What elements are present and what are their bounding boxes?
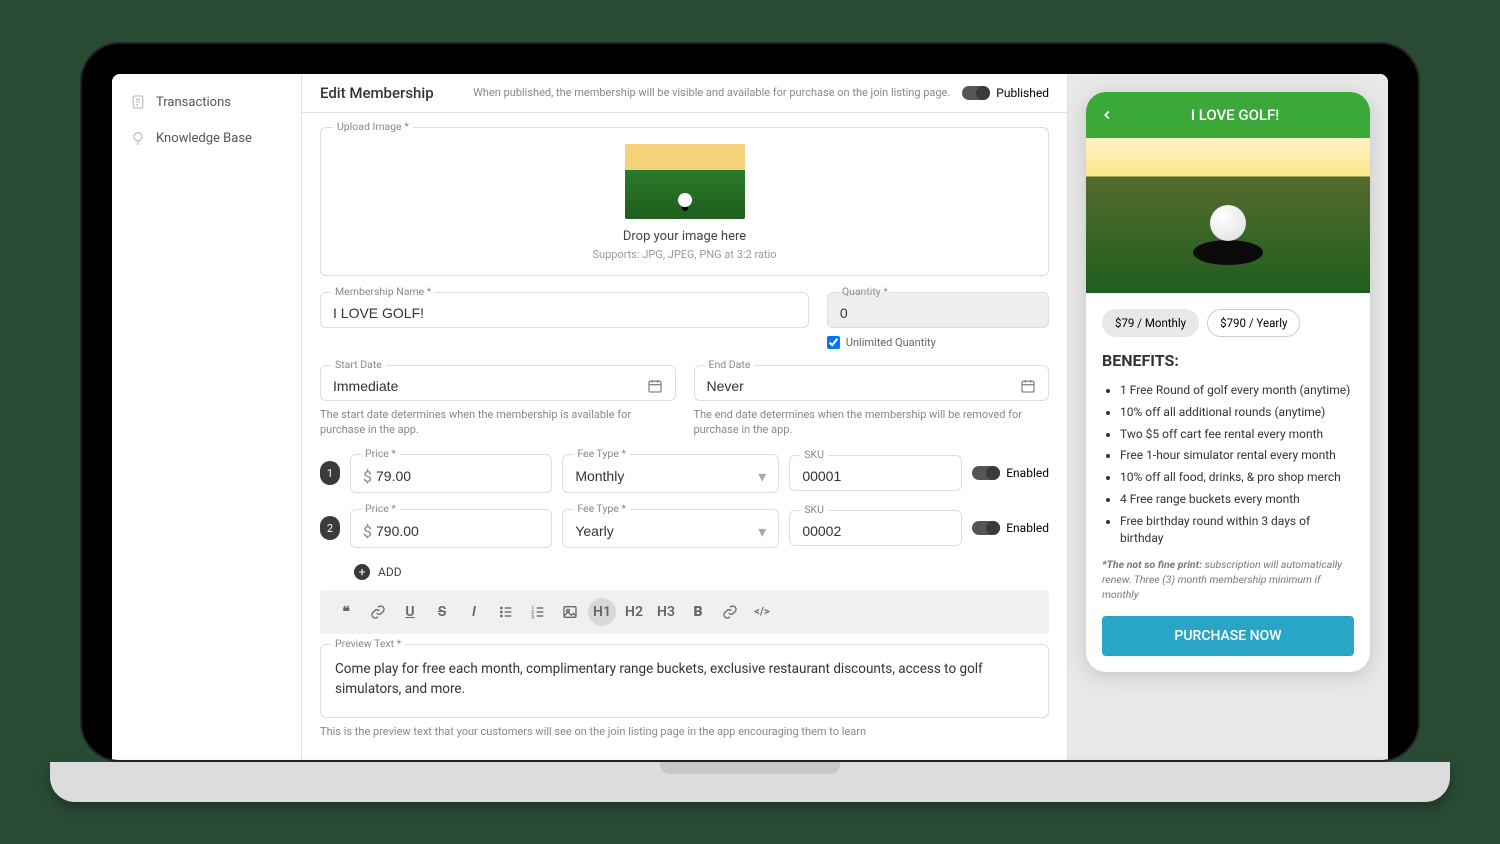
header-description: When published, the membership will be v… [473,85,950,100]
sidebar-label: Transactions [156,95,231,110]
fee-type-field[interactable]: Fee Type * ▾ [562,454,779,493]
chevron-down-icon[interactable]: ▾ [758,467,766,486]
tool-italic[interactable]: I [460,598,488,626]
upload-legend: Upload Image * [333,120,413,133]
lightbulb-icon [130,130,146,146]
phone-hero-image [1086,138,1370,293]
price-input[interactable] [376,523,539,539]
page-header: Edit Membership When published, the memb… [302,74,1067,113]
plus-icon: + [354,564,370,580]
tool-image[interactable] [556,598,584,626]
tool-h1[interactable]: H1 [588,598,616,626]
fee-type-select[interactable] [575,523,752,539]
phone-preview-pane: I LOVE GOLF! $79 / Monthly $790 / Yearly… [1068,74,1388,760]
benefit-item: Free 1-hour simulator rental every month [1120,447,1354,464]
tool-bold[interactable]: B [684,598,712,626]
sku-field[interactable]: SKU [789,510,962,546]
tool-bullet-list[interactable] [492,598,520,626]
chevron-down-icon[interactable]: ▾ [758,522,766,541]
upload-image-field[interactable]: Upload Image * Drop your image here Supp… [320,127,1049,276]
quantity-field: Quantity * [827,292,1049,328]
unlimited-checkbox[interactable] [827,336,840,349]
sku-input[interactable] [802,523,949,539]
back-icon[interactable] [1100,108,1114,122]
end-date-field[interactable]: End Date [694,365,1050,401]
start-date-field[interactable]: Start Date [320,365,676,401]
fine-print: *The not so fine print: subscription wil… [1102,558,1354,602]
preview-text-input[interactable]: Come play for free each month, complimen… [335,659,1034,700]
main-content: Edit Membership When published, the memb… [302,74,1068,760]
published-toggle[interactable]: Published [962,86,1049,100]
enabled-toggle[interactable]: Enabled [972,466,1049,480]
phone-title: I LOVE GOLF! [1114,106,1356,124]
phone-header: I LOVE GOLF! [1086,92,1370,138]
benefit-item: Free birthday round within 3 days of bir… [1120,513,1354,547]
price-field[interactable]: Price * $ [350,454,552,493]
svg-text:3: 3 [531,614,534,619]
tool-link2[interactable] [716,598,744,626]
benefits-heading: BENEFITS: [1102,351,1354,370]
tool-quote[interactable]: ❝ [332,598,360,626]
start-date-helper: The start date determines when the membe… [320,407,676,438]
add-price-button[interactable]: + ADD [354,564,1049,580]
end-date-input[interactable] [707,378,1015,394]
start-date-input[interactable] [333,378,641,394]
enabled-toggle[interactable]: Enabled [972,521,1049,535]
upload-preview-image [625,144,745,219]
sidebar-item-knowledge[interactable]: Knowledge Base [112,120,301,156]
end-date-helper: The end date determines when the members… [694,407,1050,438]
price-row: 1 Price * $ Fee Type * ▾ SKU Enabled [320,454,1049,493]
price-row: 2 Price * $ Fee Type * ▾ SKU Enabled [320,509,1049,548]
benefit-item: 10% off all additional rounds (anytime) [1120,404,1354,421]
calendar-icon[interactable] [1020,378,1036,394]
membership-name-field[interactable]: Membership Name * [320,292,809,328]
membership-name-input[interactable] [333,305,796,321]
benefit-item: 10% off all food, drinks, & pro shop mer… [1120,469,1354,486]
preview-helper: This is the preview text that your custo… [320,724,1049,739]
calendar-icon[interactable] [647,378,663,394]
phone-mockup: I LOVE GOLF! $79 / Monthly $790 / Yearly… [1086,92,1370,672]
pill-yearly[interactable]: $790 / Yearly [1207,309,1300,337]
fee-type-field[interactable]: Fee Type * ▾ [562,509,779,548]
benefit-item: 1 Free Round of golf every month (anytim… [1120,382,1354,399]
pricing-pills: $79 / Monthly $790 / Yearly [1102,309,1354,337]
sidebar: Transactions Knowledge Base [112,74,302,760]
transactions-icon [130,94,146,110]
sidebar-item-transactions[interactable]: Transactions [112,84,301,120]
sku-field[interactable]: SKU [789,455,962,491]
fee-type-select[interactable] [575,468,752,484]
tool-number-list[interactable]: 123 [524,598,552,626]
benefits-list: 1 Free Round of golf every month (anytim… [1102,382,1354,546]
tool-underline[interactable]: U [396,598,424,626]
price-field[interactable]: Price * $ [350,509,552,548]
tool-code[interactable]: </> [748,598,776,626]
sku-input[interactable] [802,468,949,484]
published-label: Published [996,86,1049,100]
preview-text-field[interactable]: Preview Text * Come play for free each m… [320,644,1049,719]
sidebar-label: Knowledge Base [156,131,252,146]
tool-h2[interactable]: H2 [620,598,648,626]
upload-drop-text: Drop your image here [335,229,1034,244]
page-title: Edit Membership [320,84,434,102]
row-number: 2 [320,516,340,540]
tool-strike[interactable]: S [428,598,456,626]
benefit-item: Two $5 off cart fee rental every month [1120,426,1354,443]
tool-h3[interactable]: H3 [652,598,680,626]
row-number: 1 [320,461,340,485]
quantity-input [840,305,1036,321]
purchase-button[interactable]: PURCHASE NOW [1102,616,1354,656]
editor-toolbar: ❝ U S I 123 [320,590,1049,634]
pill-monthly[interactable]: $79 / Monthly [1102,309,1199,337]
upload-supports: Supports: JPG, JPEG, PNG at 3:2 ratio [335,248,1034,261]
tool-link[interactable] [364,598,392,626]
unlimited-checkbox-row[interactable]: Unlimited Quantity [827,336,1049,349]
benefit-item: 4 Free range buckets every month [1120,491,1354,508]
price-input[interactable] [376,468,539,484]
